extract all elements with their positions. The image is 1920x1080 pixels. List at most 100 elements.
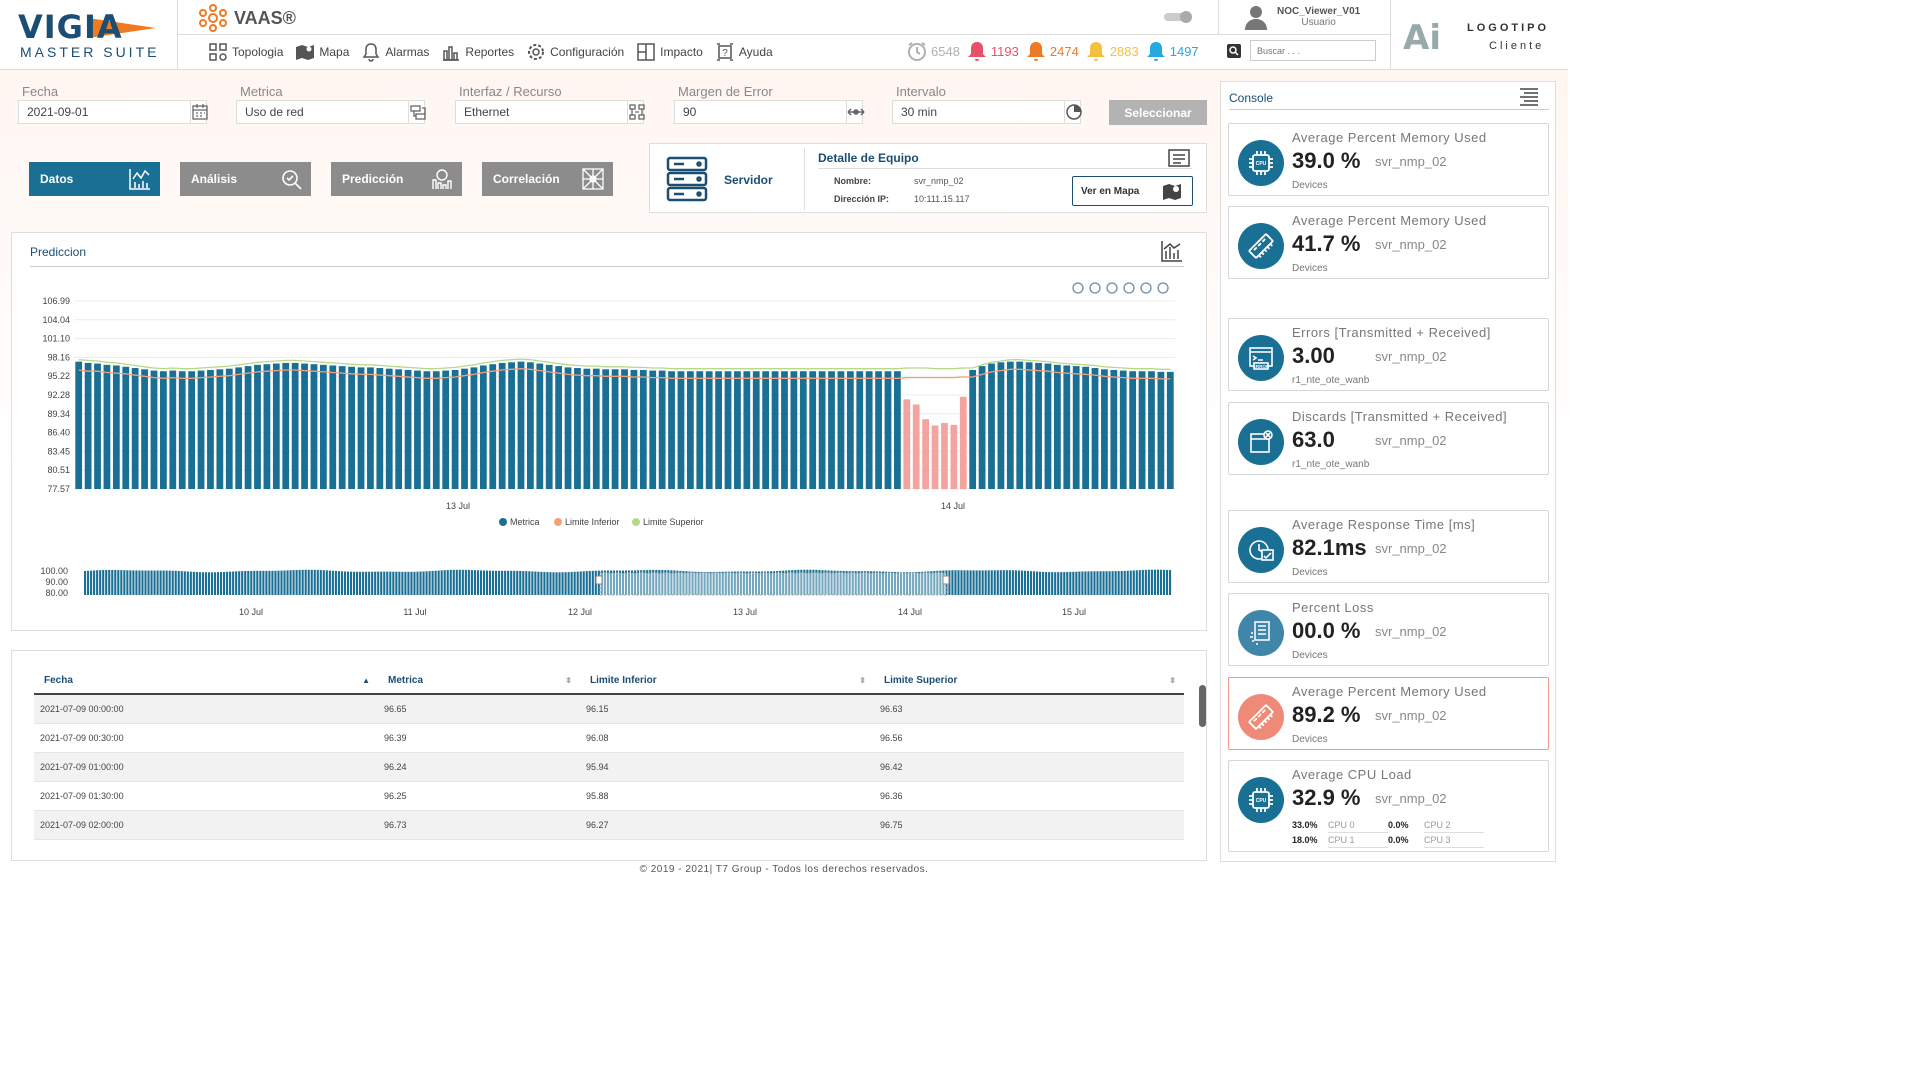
intervalo-button[interactable] bbox=[1064, 101, 1083, 123]
navigator-bar bbox=[1126, 570, 1129, 595]
metric-bar bbox=[216, 369, 224, 489]
theme-toggle[interactable] bbox=[1164, 11, 1192, 23]
zoom-in-icon[interactable] bbox=[1072, 282, 1084, 294]
navigator-bar bbox=[1114, 571, 1117, 595]
document-icon[interactable] bbox=[1168, 149, 1190, 167]
nav-mapa[interactable]: Mapa bbox=[295, 42, 349, 62]
calendar-button[interactable] bbox=[190, 101, 209, 123]
metrica-input[interactable] bbox=[237, 101, 408, 123]
home-icon[interactable] bbox=[1140, 282, 1152, 294]
counter-minor[interactable]: 2883 bbox=[1085, 40, 1139, 62]
col-limite-superior[interactable]: Limite Superior ⬍ bbox=[874, 667, 1184, 695]
metric-bar bbox=[527, 362, 534, 489]
navigator-x-tick: 14 Jul bbox=[898, 607, 922, 617]
seleccionar-button[interactable]: Seleccionar bbox=[1109, 100, 1207, 125]
metric-card[interactable]: ERROR Errors [Transmitted + Received] 3.… bbox=[1228, 318, 1549, 391]
metrica-button[interactable] bbox=[408, 101, 427, 123]
metric-card[interactable]: Average Percent Memory Used 41.7 % svr_n… bbox=[1228, 206, 1549, 279]
metric-card[interactable]: Percent Loss 00.0 % svr_nmp_02 Devices bbox=[1228, 593, 1549, 666]
metric-card-alert[interactable]: Average Percent Memory Used 89.2 % svr_n… bbox=[1228, 677, 1549, 750]
search-input[interactable] bbox=[1250, 40, 1376, 61]
tab-datos[interactable]: Datos bbox=[29, 162, 160, 196]
nav-ayuda[interactable]: ? Ayuda bbox=[715, 42, 773, 62]
cell-superior: 96.42 bbox=[874, 752, 1184, 782]
table-scrollbar[interactable] bbox=[1199, 685, 1206, 727]
zoom-out-icon[interactable] bbox=[1089, 282, 1101, 294]
counter-total[interactable]: 6548 bbox=[906, 40, 960, 62]
impact-icon bbox=[637, 43, 655, 61]
counter-critical[interactable]: 1193 bbox=[966, 40, 1019, 62]
navigator-selection[interactable] bbox=[599, 572, 947, 596]
margen-input[interactable] bbox=[675, 101, 846, 123]
col-metrica[interactable]: Metrica ⬍ bbox=[378, 667, 580, 695]
navigator-bar bbox=[1002, 570, 1005, 595]
card-sub: Devices bbox=[1292, 734, 1328, 745]
table-row[interactable]: 2021-07-09 01:00:00 96.24 95.94 96.42 bbox=[34, 752, 1184, 782]
ver-en-mapa-button[interactable]: Ver en Mapa bbox=[1072, 176, 1193, 206]
vigia-logo[interactable]: VIGIA MASTER SUITE bbox=[0, 0, 178, 70]
navigator-handle-left[interactable] bbox=[595, 575, 603, 585]
nav-topologia[interactable]: Topologia bbox=[208, 42, 283, 62]
tab-analisis[interactable]: Análisis bbox=[180, 162, 311, 196]
counter-info[interactable]: 1497 bbox=[1145, 40, 1199, 62]
navigator-bar bbox=[525, 571, 528, 595]
metric-bar bbox=[818, 371, 826, 489]
navigator-handle-right[interactable] bbox=[942, 575, 950, 585]
card-device: svr_nmp_02 bbox=[1375, 708, 1447, 723]
tab-correlacion[interactable]: Correlación bbox=[482, 162, 613, 196]
nav-configuracion[interactable]: Configuración bbox=[526, 42, 624, 62]
list-menu-icon[interactable] bbox=[1519, 86, 1539, 106]
nav-alarmas[interactable]: Alarmas bbox=[361, 42, 429, 62]
navigator-bar bbox=[564, 572, 567, 595]
counter-major[interactable]: 2474 bbox=[1025, 40, 1079, 62]
intervalo-input[interactable] bbox=[893, 101, 1064, 123]
navigator-bar bbox=[90, 570, 93, 595]
navigator-bar bbox=[328, 570, 331, 595]
legend-marker[interactable] bbox=[632, 518, 640, 526]
metric-bar bbox=[376, 368, 384, 489]
metric-card[interactable]: CPU Average Percent Memory Used 39.0 % s… bbox=[1228, 123, 1549, 196]
metric-card[interactable]: CPU Average CPU Load 32.9 % svr_nmp_02 3… bbox=[1228, 760, 1549, 852]
fecha-input[interactable] bbox=[19, 101, 190, 123]
legend-marker[interactable] bbox=[499, 518, 507, 526]
col-fecha[interactable]: Fecha ▲ bbox=[34, 667, 378, 695]
vaas-logo[interactable]: VAAS® bbox=[198, 4, 296, 32]
col-limite-inferior[interactable]: Limite Inferior ⬍ bbox=[580, 667, 874, 695]
table-row[interactable]: 2021-07-09 00:00:00 96.65 96.15 96.63 bbox=[34, 694, 1184, 724]
metric-bar bbox=[319, 364, 327, 489]
metric-bar bbox=[536, 363, 544, 489]
navigator-bar bbox=[340, 571, 344, 595]
margen-button[interactable] bbox=[846, 101, 865, 123]
metric-card[interactable]: Average Response Time [ms] 82.1ms svr_nm… bbox=[1228, 510, 1549, 583]
chart-menu-icon[interactable] bbox=[1157, 282, 1169, 294]
zoom-icon[interactable] bbox=[1106, 282, 1118, 294]
navigator-bar bbox=[1138, 570, 1141, 595]
fecha-field bbox=[18, 100, 209, 124]
navigator-bar bbox=[189, 571, 192, 595]
interfaz-input[interactable] bbox=[456, 101, 627, 123]
metric-bar bbox=[668, 371, 675, 489]
equipment-detail-panel: Servidor Detalle de Equipo Nombre: svr_n… bbox=[649, 143, 1207, 213]
legend-marker[interactable] bbox=[554, 518, 562, 526]
card-title: Average Response Time [ms] bbox=[1292, 517, 1476, 532]
table-row[interactable]: 2021-07-09 02:00:00 96.73 96.27 96.75 bbox=[34, 810, 1184, 840]
table-row[interactable]: 2021-07-09 00:30:00 96.39 96.08 96.56 bbox=[34, 723, 1184, 753]
y-tick-label: 95.22 bbox=[47, 371, 70, 381]
interfaz-button[interactable] bbox=[627, 101, 646, 123]
metric-card[interactable]: Discards [Transmitted + Received] 63.0 s… bbox=[1228, 402, 1549, 475]
tab-prediccion[interactable]: Predicción bbox=[331, 162, 462, 196]
metric-bar bbox=[988, 363, 995, 489]
metric-bar bbox=[404, 369, 412, 489]
bell-critical-icon bbox=[967, 42, 986, 61]
navigator-bar bbox=[380, 571, 383, 595]
nav-reportes[interactable]: Reportes bbox=[441, 42, 514, 62]
nav-impacto[interactable]: Impacto bbox=[636, 42, 703, 62]
chart-type-icon[interactable] bbox=[1160, 239, 1184, 263]
nav-label: Alarmas bbox=[385, 45, 430, 59]
user-menu[interactable]: NOC_Viewer_V01 Usuario bbox=[1218, 0, 1390, 34]
table-row[interactable]: 2021-07-09 01:30:00 96.25 95.88 96.36 bbox=[34, 781, 1184, 811]
pan-icon[interactable] bbox=[1123, 282, 1135, 294]
navigator-bar bbox=[1111, 571, 1114, 595]
tab-label: Datos bbox=[40, 172, 74, 186]
search-icon[interactable] bbox=[1226, 43, 1242, 59]
